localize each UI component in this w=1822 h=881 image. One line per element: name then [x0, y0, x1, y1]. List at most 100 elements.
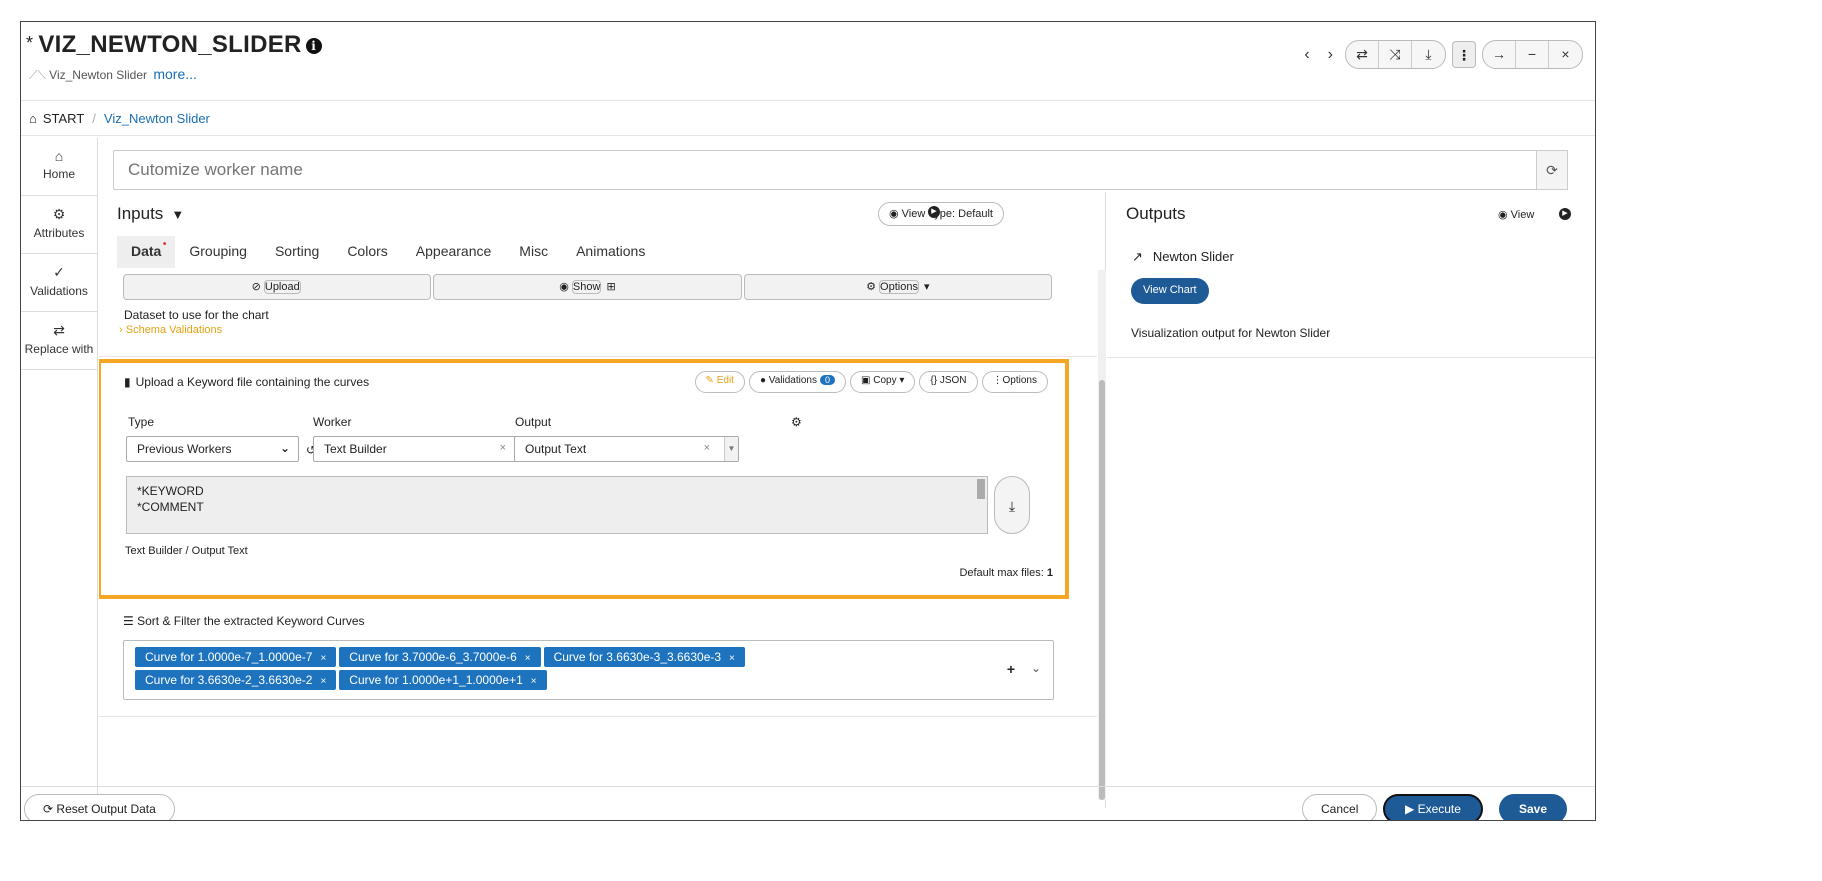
- section-options-button[interactable]: ⋮Options: [981, 371, 1048, 393]
- chevron-down-icon[interactable]: ▼: [724, 437, 738, 461]
- section-options-label: Options: [1002, 375, 1037, 386]
- copy-label: Copy: [873, 375, 897, 386]
- output-select[interactable]: Output Text × ▼: [514, 436, 739, 462]
- tab-misc[interactable]: Misc: [505, 236, 562, 268]
- info-icon[interactable]: i: [305, 38, 322, 54]
- max-files: Default max files: 1: [959, 567, 1053, 579]
- minimize-icon[interactable]: −: [1516, 41, 1549, 68]
- schema-validations-link[interactable]: › Schema Validations: [119, 324, 222, 336]
- view-type-button[interactable]: ◉ View Type: Default: [878, 202, 1004, 226]
- shuffle-icon[interactable]: ⤨: [1379, 41, 1412, 68]
- tab-grouping[interactable]: Grouping: [175, 236, 261, 268]
- header-tools: ‹ › ⇄ ⤨ ⤓ ⋮ → − ×: [1298, 40, 1583, 69]
- copy-button[interactable]: ▣ Copy ▾: [849, 371, 916, 393]
- clear-icon[interactable]: ×: [704, 442, 710, 454]
- curve-chip[interactable]: Curve for 1.0000e-7_1.0000e-7 ×: [135, 647, 337, 667]
- breadcrumb-root[interactable]: START: [43, 111, 84, 126]
- curve-chips: Curve for 1.0000e-7_1.0000e-7 × Curve for…: [135, 647, 935, 690]
- worker-name-input[interactable]: [113, 150, 1566, 190]
- sidebar-item-label: Home: [42, 167, 75, 181]
- upload-button[interactable]: ⊘ Upload: [123, 274, 432, 300]
- breadcrumb-current[interactable]: Viz_Newton Slider: [104, 111, 210, 126]
- header: * VIZ_NEWTON_SLIDER i ⟋⟍ Viz_Newton Slider…: [21, 22, 1595, 86]
- options-button[interactable]: ⚙ Options ▾: [743, 274, 1052, 300]
- type-select[interactable]: Previous Workers ⌄: [126, 436, 299, 462]
- view-chart-button[interactable]: View Chart: [1131, 278, 1209, 304]
- sidebar-item-home[interactable]: ⌂ Home: [21, 138, 97, 196]
- validations-label: Validations: [768, 375, 817, 386]
- close-icon[interactable]: ×: [1549, 41, 1582, 68]
- reset-output-button[interactable]: ⟳ Reset Output Data: [24, 794, 175, 820]
- show-label: Show: [571, 280, 602, 294]
- filter-icon[interactable]: ▼: [171, 207, 184, 222]
- chip-label: Curve for 3.6630e-3_3.6630e-3: [553, 650, 722, 664]
- gear-icon[interactable]: ⚙: [791, 415, 802, 429]
- next-arrow-icon[interactable]: ›: [1322, 46, 1339, 64]
- play-icon[interactable]: ▶: [928, 206, 940, 218]
- tab-label: Appearance: [415, 243, 492, 259]
- inputs-scrollbar[interactable]: [1098, 270, 1106, 800]
- keyword-textarea[interactable]: *KEYWORD *COMMENT: [126, 476, 988, 534]
- edit-label: Edit: [716, 375, 734, 386]
- play-icon[interactable]: ▶: [1559, 208, 1571, 220]
- sidebar-item-replace[interactable]: ⇄ Replace with: [21, 312, 97, 370]
- upload-bar: ⊘ Upload ◉ Show ⊞ ⚙ Options ▾: [123, 274, 1054, 300]
- worker-window: * VIZ_NEWTON_SLIDER i ⟋⟍ Viz_Newton Slider…: [20, 21, 1596, 821]
- scrollbar-thumb[interactable]: [1099, 380, 1105, 800]
- save-button[interactable]: Save: [1499, 794, 1568, 820]
- arrow-right-icon[interactable]: →: [1483, 41, 1516, 68]
- tab-animations[interactable]: Animations: [562, 236, 659, 268]
- curve-chip[interactable]: Curve for 1.0000e+1_1.0000e+1 ×: [339, 670, 547, 690]
- home-icon[interactable]: ⌂: [29, 111, 37, 126]
- swap-icon[interactable]: ⇄: [1346, 41, 1379, 68]
- gear-icon: ⚙: [52, 206, 66, 222]
- remove-icon[interactable]: ×: [531, 676, 537, 687]
- refresh-icon[interactable]: ⟳: [1536, 150, 1568, 190]
- more-link[interactable]: more...: [153, 66, 197, 82]
- max-files-value: 1: [1046, 567, 1053, 579]
- sidebar-item-label: Validations: [30, 284, 88, 298]
- file-icon: ▮: [124, 375, 131, 389]
- output-select-value: Output Text: [525, 442, 587, 456]
- kebab-menu-icon[interactable]: ⋮: [1452, 41, 1476, 68]
- download-icon[interactable]: ⤓: [1412, 41, 1445, 68]
- remove-icon[interactable]: ×: [320, 676, 326, 687]
- add-icon[interactable]: +: [1007, 661, 1015, 677]
- inputs-scroll-area: ⊘ Upload ◉ Show ⊞ ⚙ Options ▾ Dataset to…: [99, 270, 1097, 808]
- clear-icon[interactable]: ×: [500, 442, 506, 454]
- show-button[interactable]: ◉ Show ⊞: [433, 274, 742, 300]
- tab-data[interactable]: Data •: [117, 236, 176, 268]
- json-button[interactable]: {} JSON: [919, 371, 978, 393]
- validations-button[interactable]: ● Validations 0: [748, 371, 846, 393]
- remove-icon[interactable]: ×: [729, 653, 735, 664]
- sort-filter-title-text: Sort & Filter the extracted Keyword Curv…: [137, 614, 365, 628]
- edit-button[interactable]: ✎ Edit: [694, 371, 745, 393]
- chip-label: Curve for 1.0000e+1_1.0000e+1: [349, 673, 523, 687]
- divider: [99, 356, 1097, 357]
- sidebar-item-validations[interactable]: ✓ Validations: [21, 254, 97, 312]
- remove-icon[interactable]: ×: [525, 653, 531, 664]
- refresh-icon: ⟳: [43, 802, 54, 816]
- curve-chip[interactable]: Curve for 3.6630e-2_3.6630e-2 ×: [135, 670, 337, 690]
- download-icon[interactable]: ⤓: [994, 476, 1030, 534]
- textarea-scrollbar[interactable]: [977, 479, 985, 499]
- remove-icon[interactable]: ×: [320, 653, 326, 664]
- tab-appearance[interactable]: Appearance: [402, 236, 506, 268]
- curve-chip[interactable]: Curve for 3.6630e-3_3.6630e-3 ×: [543, 647, 745, 667]
- chevron-down-icon: ⌄: [279, 441, 290, 455]
- execute-button[interactable]: ▶ Execute: [1383, 794, 1483, 820]
- curve-filter-box[interactable]: Curve for 1.0000e-7_1.0000e-7 × Curve for…: [123, 640, 1054, 700]
- tab-colors[interactable]: Colors: [333, 236, 401, 268]
- cancel-button[interactable]: Cancel: [1302, 794, 1378, 820]
- inputs-panel: Inputs ▼ ◉ View Type: Default ▶ Data • Gro…: [99, 192, 1106, 808]
- sidebar-item-attributes[interactable]: ⚙ Attributes: [21, 196, 97, 254]
- tab-sorting[interactable]: Sorting: [261, 236, 333, 268]
- curve-chip[interactable]: Curve for 3.7000e-6_3.7000e-6 ×: [339, 647, 541, 667]
- worker-select[interactable]: Text Builder × ▼: [313, 436, 535, 462]
- textarea-line: *KEYWORD: [137, 484, 204, 498]
- prev-arrow-icon[interactable]: ‹: [1298, 46, 1315, 64]
- options-label: Options: [879, 280, 919, 294]
- subtitle: ⟋⟍ Viz_Newton Slider more...: [29, 66, 197, 83]
- chevron-down-icon[interactable]: ⌄: [1031, 661, 1041, 675]
- view-button[interactable]: ◉ View: [1498, 208, 1534, 221]
